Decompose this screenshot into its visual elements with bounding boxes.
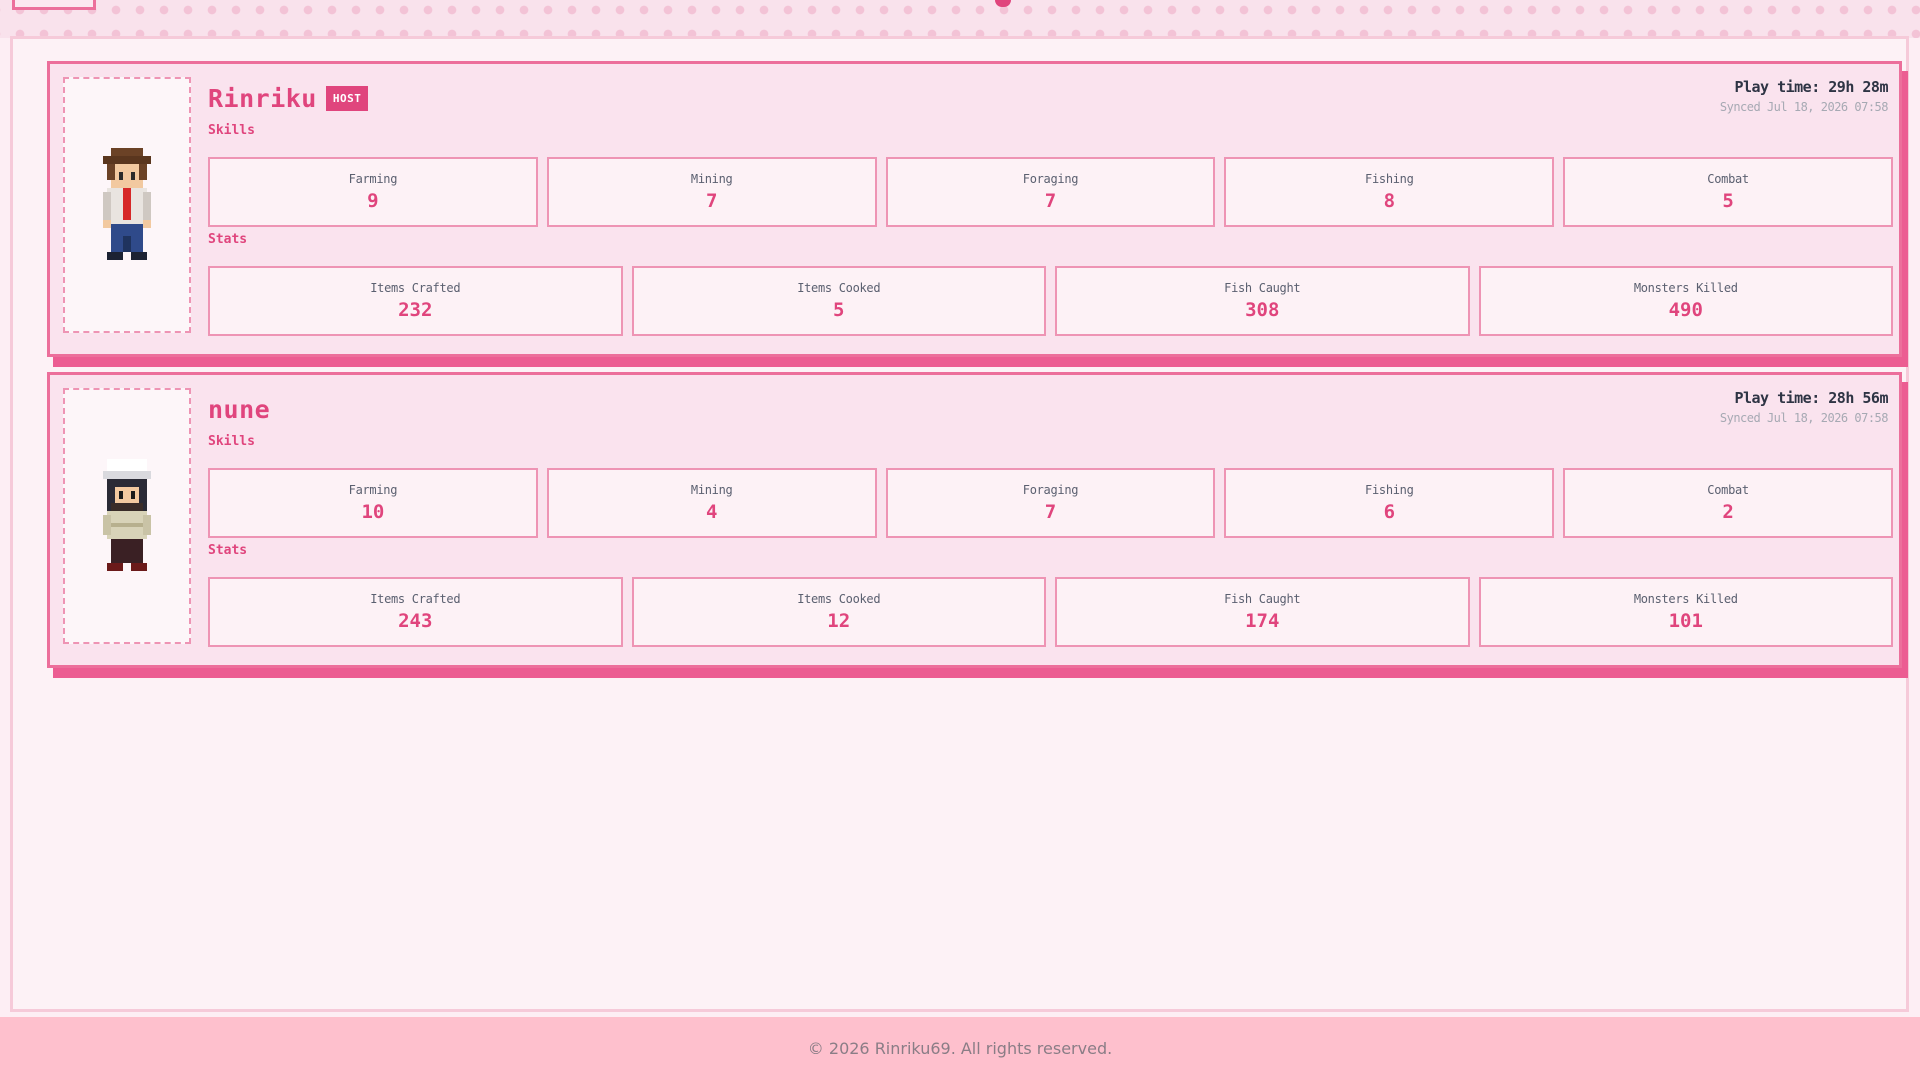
tile-label: Mining <box>690 483 733 497</box>
player-portrait <box>63 388 191 644</box>
tile-value: 10 <box>361 501 385 523</box>
stat-tile-items-cooked: Items Cooked 12 <box>631 577 1046 647</box>
stats-row: Items Crafted 232 Items Cooked 5 Fish Caug… <box>208 266 1893 336</box>
stats-row: Items Crafted 243 Items Cooked 12 Fish Cau… <box>208 577 1893 647</box>
stat-tile-fish-caught: Fish Caught 174 <box>1055 577 1470 647</box>
tile-label: Items Crafted <box>370 592 461 606</box>
host-badge: HOST <box>325 86 369 111</box>
tile-value: 8 <box>1383 190 1396 212</box>
tile-label: Fish Caught <box>1224 281 1301 295</box>
tile-value: 101 <box>1668 610 1703 632</box>
player-card-nune: nune Play time: 28h 56m Synced Jul 18, 2… <box>47 372 1902 668</box>
stat-tile-items-crafted: Items Crafted 232 <box>208 266 623 336</box>
main-panel: Rinriku HOST Play time: 29h 28m Synced J… <box>10 36 1909 1012</box>
skill-tile-fishing: Fishing 8 <box>1224 157 1555 227</box>
stats-heading: Stats <box>208 232 248 247</box>
stat-tile-monsters-killed: Monsters Killed 490 <box>1478 266 1893 336</box>
tile-label: Items Crafted <box>370 281 461 295</box>
tile-value: 5 <box>1722 190 1734 212</box>
player-name: nune <box>208 395 271 424</box>
synced-timestamp: Synced Jul 18, 2026 07:58 <box>1719 100 1889 114</box>
farmer-sprite-icon <box>103 459 151 571</box>
tile-label: Items Cooked <box>797 592 881 606</box>
skill-tile-mining: Mining 4 <box>546 468 877 538</box>
tile-label: Fishing <box>1365 483 1414 497</box>
skills-heading: Skills <box>208 434 255 449</box>
player-card-rinriku: Rinriku HOST Play time: 29h 28m Synced J… <box>47 61 1902 357</box>
stat-tile-items-cooked: Items Cooked 5 <box>631 266 1046 336</box>
stat-tile-items-crafted: Items Crafted 243 <box>208 577 623 647</box>
top-decor-strip <box>0 0 1920 38</box>
stats-heading: Stats <box>208 543 248 558</box>
player-name-row: nune <box>208 395 270 424</box>
tile-label: Foraging <box>1022 483 1079 497</box>
skill-tile-combat: Combat 5 <box>1563 157 1893 227</box>
player-name: Rinriku <box>208 84 317 113</box>
synced-timestamp: Synced Jul 18, 2026 07:58 <box>1719 411 1889 425</box>
top-nav-tab[interactable] <box>12 0 96 10</box>
play-time: Play time: 29h 28m <box>1734 78 1888 96</box>
player-name-row: Rinriku HOST <box>208 84 369 113</box>
tile-label: Mining <box>690 172 733 186</box>
stat-tile-fish-caught: Fish Caught 308 <box>1055 266 1470 336</box>
skill-tile-fishing: Fishing 6 <box>1224 468 1555 538</box>
tile-label: Farming <box>348 483 398 497</box>
skill-tile-foraging: Foraging 7 <box>885 157 1216 227</box>
tile-value: 4 <box>705 501 718 523</box>
tile-value: 308 <box>1245 299 1280 321</box>
stat-tile-monsters-killed: Monsters Killed 101 <box>1478 577 1893 647</box>
skill-tile-foraging: Foraging 7 <box>885 468 1216 538</box>
tile-label: Combat <box>1707 172 1749 186</box>
tile-value: 7 <box>705 190 718 212</box>
tile-value: 9 <box>367 190 379 212</box>
tile-value: 490 <box>1668 299 1703 321</box>
player-portrait <box>63 77 191 333</box>
skill-tile-mining: Mining 7 <box>546 157 877 227</box>
tile-value: 174 <box>1245 610 1280 632</box>
tile-label: Foraging <box>1022 172 1079 186</box>
skills-heading: Skills <box>208 123 255 138</box>
tile-value: 6 <box>1383 501 1396 523</box>
skills-row: Farming 10 Mining 4 Foraging 7 Fishing 6 Com… <box>208 468 1893 538</box>
tile-value: 7 <box>1044 501 1057 523</box>
footer: © 2026 Rinriku69. All rights reserved. <box>0 1017 1920 1080</box>
tile-label: Items Cooked <box>797 281 881 295</box>
tile-label: Fish Caught <box>1224 592 1301 606</box>
skill-tile-farming: Farming 10 <box>208 468 538 538</box>
tile-value: 5 <box>833 299 845 321</box>
tile-value: 12 <box>827 610 851 632</box>
tile-label: Monsters Killed <box>1633 281 1738 295</box>
tile-label: Fishing <box>1365 172 1414 186</box>
copyright-text: © 2026 Rinriku69. All rights reserved. <box>807 1039 1113 1058</box>
tile-label: Monsters Killed <box>1633 592 1738 606</box>
tile-label: Farming <box>348 172 398 186</box>
tile-value: 7 <box>1044 190 1057 212</box>
skill-tile-farming: Farming 9 <box>208 157 538 227</box>
skill-tile-combat: Combat 2 <box>1563 468 1893 538</box>
tile-label: Combat <box>1707 483 1749 497</box>
farmer-sprite-icon <box>103 148 151 260</box>
skills-row: Farming 9 Mining 7 Foraging 7 Fishing 8 Comb… <box>208 157 1893 227</box>
play-time: Play time: 28h 56m <box>1734 389 1888 407</box>
tile-value: 243 <box>398 610 433 632</box>
tile-value: 2 <box>1722 501 1734 523</box>
tile-value: 232 <box>398 299 433 321</box>
